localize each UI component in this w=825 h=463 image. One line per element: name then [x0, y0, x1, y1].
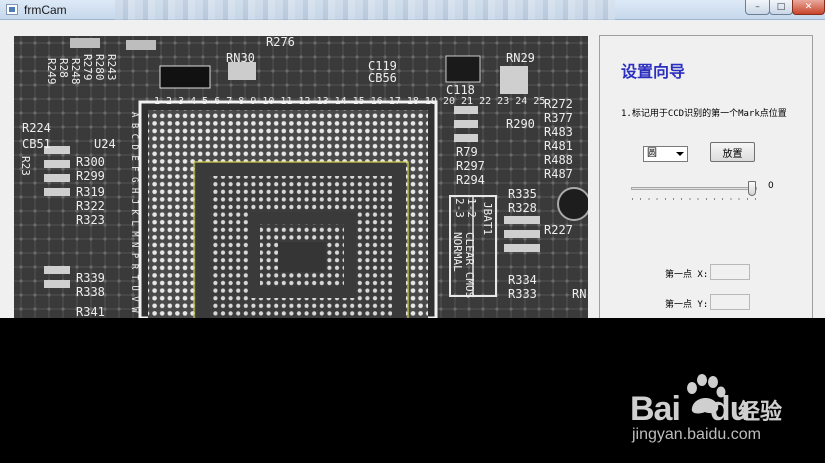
- watermark-cn: 经验: [738, 400, 783, 425]
- label-r488: R488: [544, 153, 573, 167]
- watermark-url: jingyan.baidu.com: [632, 426, 761, 443]
- label-r79: R79: [456, 145, 478, 159]
- jumper-col1: 2-3: [453, 198, 466, 218]
- label-r333: R333: [508, 287, 537, 301]
- chevron-down-icon: [676, 152, 684, 156]
- label-r290: R290: [506, 117, 535, 131]
- point-x-input[interactable]: [710, 264, 750, 280]
- watermark-brand: Bai du: [630, 390, 750, 428]
- label-r322: R322: [76, 199, 105, 213]
- pcb-image: R276 RN30 C119 CB56 C118 RN29 1 2 3 4 5 …: [14, 36, 588, 318]
- jumper-col2: 1-2: [465, 198, 478, 218]
- label-r280: R280: [93, 54, 106, 81]
- minimize-button[interactable]: –: [745, 0, 770, 15]
- setup-wizard-panel: 设置向导 1.标记用于CCD识别的第一个Mark点位置 圆 放置 0 第一点 X…: [599, 35, 813, 318]
- label-r300: R300: [76, 155, 105, 169]
- label-r328: R328: [508, 201, 537, 215]
- label-r323: R323: [76, 213, 105, 227]
- point-x-label: 第一点 X:: [665, 270, 709, 280]
- label-r224: R224: [22, 121, 51, 135]
- label-cb51: CB51: [22, 137, 51, 151]
- label-r483: R483: [544, 125, 573, 139]
- slider-track[interactable]: [631, 187, 757, 190]
- row-letters: A B C D E F G H J K L M N P R T U V W Y …: [129, 112, 139, 318]
- shape-select[interactable]: 圆: [643, 146, 688, 162]
- label-r338: R338: [76, 285, 105, 299]
- label-r481: R481: [544, 139, 573, 153]
- label-r227: R227: [544, 223, 573, 237]
- jumper-title: JBAT1: [481, 202, 494, 235]
- baidu-watermark: Bai du 经验 jingyan.baidu.com: [630, 372, 790, 452]
- pin-numbers: 1 2 3 4 5 6 7 8 9 10 11 12 13 14 15 16 1…: [154, 96, 545, 107]
- instruction-text: 1.标记用于CCD识别的第一个Mark点位置: [621, 109, 787, 119]
- point-y-input[interactable]: [710, 294, 750, 310]
- label-r299: R299: [76, 169, 105, 183]
- label-r341: R341: [76, 305, 105, 318]
- slider-value: 0: [768, 181, 774, 191]
- jumper-text2: NORMAL: [451, 232, 464, 272]
- blurred-background-strip: [115, 0, 615, 20]
- app-window: frmCam – □ ✕ R276 RN30 C119 CB56 C118 RN…: [0, 0, 825, 318]
- point-y-label: 第一点 Y:: [665, 300, 709, 310]
- slider-ticks: [632, 198, 756, 200]
- close-button[interactable]: ✕: [792, 0, 825, 15]
- maximize-button[interactable]: □: [769, 0, 793, 15]
- label-rn29: RN29: [506, 51, 535, 65]
- label-r334: R334: [508, 273, 537, 287]
- label-r487: R487: [544, 167, 573, 181]
- panel-title: 设置向导: [621, 62, 686, 81]
- label-r249: R249: [45, 58, 58, 85]
- label-r297: R297: [456, 159, 485, 173]
- label-r319: R319: [76, 185, 105, 199]
- app-icon: [6, 4, 18, 15]
- size-slider[interactable]: [631, 180, 761, 204]
- label-r339: R339: [76, 271, 105, 285]
- label-r276: R276: [266, 36, 295, 49]
- camera-view[interactable]: R276 RN30 C119 CB56 C118 RN29 1 2 3 4 5 …: [14, 36, 588, 318]
- label-cb56: CB56: [368, 71, 397, 85]
- label-rn: RN: [572, 287, 586, 301]
- label-r243: R243: [105, 54, 118, 81]
- slider-thumb[interactable]: [748, 181, 756, 196]
- label-r335: R335: [508, 187, 537, 201]
- label-u24: U24: [94, 137, 116, 151]
- label-r23: R23: [19, 156, 32, 176]
- title-bar[interactable]: frmCam – □ ✕: [0, 0, 825, 20]
- window-title: frmCam: [24, 3, 67, 17]
- shape-select-value: 圆: [647, 148, 657, 159]
- label-r377: R377: [544, 111, 573, 125]
- label-r272: R272: [544, 97, 573, 111]
- place-button[interactable]: 放置: [710, 142, 755, 162]
- label-c118: C118: [446, 83, 475, 97]
- label-rn30: RN30: [226, 51, 255, 65]
- label-r294: R294: [456, 173, 485, 187]
